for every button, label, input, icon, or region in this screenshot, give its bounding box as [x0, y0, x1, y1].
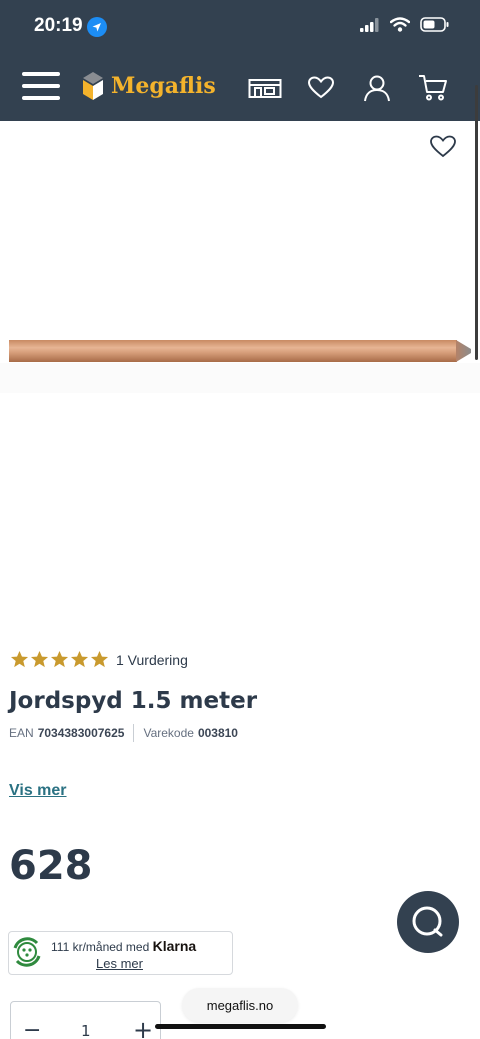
star-icon — [50, 650, 69, 668]
product-image[interactable] — [0, 121, 480, 631]
divider — [133, 724, 135, 742]
product-codes: EAN 7034383007625 Varekode 003810 — [9, 724, 238, 742]
star-icon — [70, 650, 89, 668]
chat-button[interactable] — [397, 891, 459, 953]
heart-icon[interactable] — [304, 73, 338, 103]
status-time: 20:19 — [34, 15, 83, 36]
show-more-link[interactable]: Vis mer — [9, 782, 67, 800]
logo-wordmark: Megaflis — [111, 73, 216, 99]
ean-value: 7034383007625 — [37, 726, 125, 740]
klarna-monthly-text: 111 kr/måned med — [51, 940, 150, 954]
quantity-decrease-button[interactable]: − — [23, 1018, 41, 1039]
quantity-value[interactable]: 1 — [81, 1022, 91, 1039]
klarna-text: 111 kr/måned med Klarna — [51, 938, 196, 954]
status-bar: 20:19 — [0, 0, 480, 55]
home-indicator[interactable] — [155, 1024, 326, 1029]
star-icon — [30, 650, 49, 668]
battery-icon — [420, 17, 450, 36]
product-rating[interactable]: 1 Vurdering — [10, 650, 188, 669]
cellular-signal-icon — [360, 17, 380, 36]
logo-mark-icon — [83, 72, 103, 100]
sku-value: 003810 — [197, 726, 238, 740]
product-title: Jordspyd 1.5 meter — [9, 688, 258, 714]
wifi-icon — [389, 17, 411, 36]
quantity-stepper: − 1 + — [10, 1001, 161, 1039]
star-icon — [90, 650, 109, 668]
megaflis-logo[interactable]: Megaflis — [80, 70, 216, 102]
ean-label: EAN — [9, 726, 34, 740]
star-icon — [10, 650, 29, 668]
quantity-increase-button[interactable]: + — [133, 1016, 153, 1039]
menu-icon[interactable] — [22, 72, 60, 102]
add-to-wishlist-heart-icon[interactable] — [430, 135, 456, 161]
scrollbar[interactable] — [475, 85, 478, 360]
klarna-financing-box[interactable]: 111 kr/måned med Klarna Les mer — [8, 931, 233, 975]
browser-url-bar[interactable]: megaflis.no — [182, 988, 298, 1022]
klarna-read-more-link[interactable]: Les mer — [96, 956, 143, 971]
location-arrow-icon — [87, 17, 107, 37]
klarna-recycle-icon — [13, 937, 41, 967]
sku-label: Varekode — [143, 726, 194, 740]
klarna-brand: Klarna — [152, 938, 197, 954]
user-icon[interactable] — [360, 73, 394, 103]
cart-icon[interactable] — [416, 73, 450, 103]
rating-count: 1 Vurdering — [116, 651, 188, 668]
product-price: 628 — [9, 843, 93, 889]
top-navigation: Megaflis — [0, 55, 480, 121]
chat-bubble-icon — [412, 906, 443, 937]
store-icon[interactable] — [248, 73, 282, 103]
